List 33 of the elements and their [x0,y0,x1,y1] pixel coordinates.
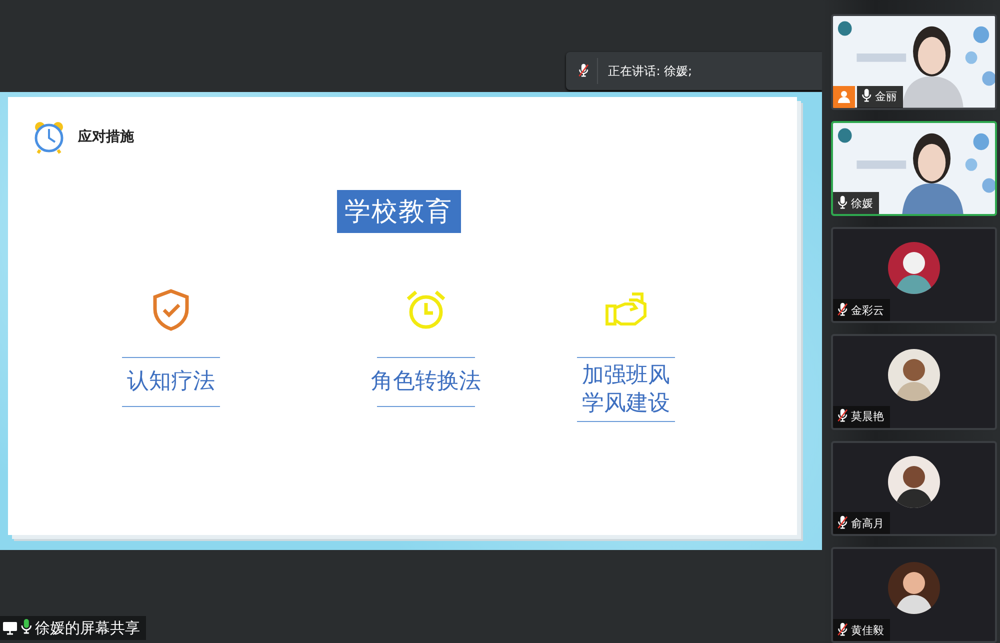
screen-share-icon [2,621,18,635]
muted-mic-icon [837,514,848,529]
muted-mic-icon [837,408,848,422]
muted-mic-icon [837,622,848,636]
muted-mic-icon [837,302,848,316]
share-text: 徐媛的屏幕共享 [34,618,140,638]
method-label: 学风建设 [582,390,670,417]
alarm-clock-icon [32,120,66,154]
method-label: 加强班风 [582,362,670,390]
participant-tile[interactable]: 黄佳毅 [831,547,997,643]
mic-icon [837,194,848,209]
slide-header: 应对措施 [78,128,134,146]
mic-icon [20,618,33,634]
participant-tile[interactable]: 金丽 [831,14,997,110]
participant-name: 俞高月 [851,516,884,531]
participant-name: 徐媛 [851,196,874,211]
muted-mic-icon [578,62,590,76]
mic-icon [861,88,872,102]
participant-tile[interactable]: 莫晨艳 [831,334,997,430]
participant-name: 金丽 [875,89,898,104]
participant-tile[interactable]: 金彩云 [831,227,997,324]
participant-tile[interactable]: 俞高月 [831,440,997,536]
participant-tile[interactable]: 徐媛 [831,120,997,216]
participant-name: 金彩云 [851,302,884,318]
participant-name: 莫晨艳 [851,409,884,424]
method-label: 角色转换法 [371,368,481,396]
person-icon [837,90,851,104]
alarm-clock-icon [405,289,447,331]
participant-name: 黄佳毅 [851,622,884,638]
method-label: 认知疗法 [127,368,215,396]
slide-title: 学校教育 [336,190,460,233]
speaking-label: 正在讲话: 徐媛; [608,62,692,80]
shield-check-icon [152,289,190,331]
